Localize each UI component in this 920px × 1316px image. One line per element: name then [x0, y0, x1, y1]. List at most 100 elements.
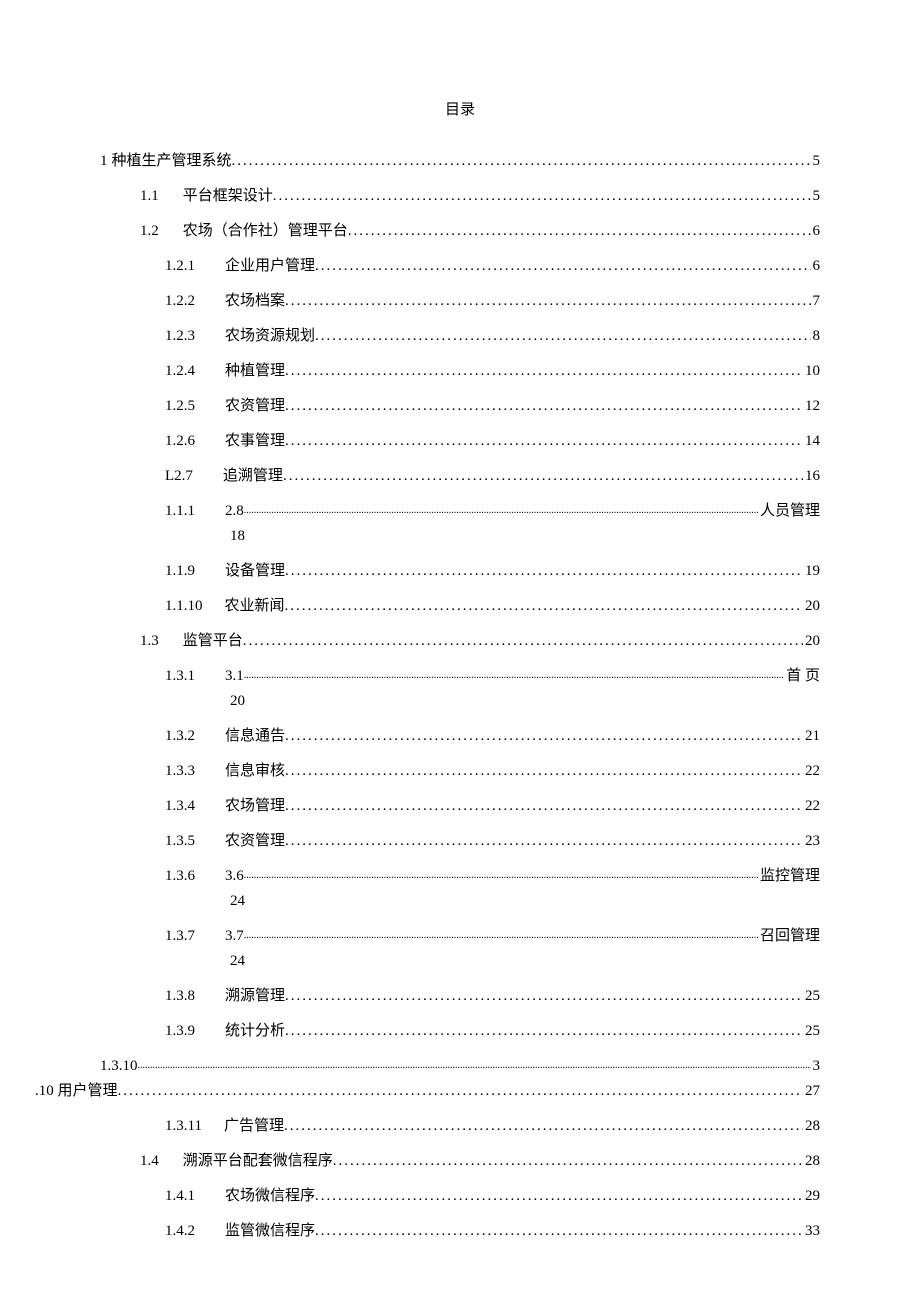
- toc-entry-number: 1.3.10: [100, 1056, 138, 1077]
- toc-entry: 1.2.4种植管理10: [165, 361, 820, 382]
- toc-leader-dots: [244, 669, 784, 683]
- toc-entry: 1.3.13.1首 页20: [165, 666, 820, 712]
- toc-entry: 1.2农场（合作社）管理平台6: [140, 221, 820, 242]
- toc-leader-dots: [285, 1021, 803, 1042]
- toc-entry: 1.3.3信息审核22: [165, 761, 820, 782]
- toc-entry-number: 1.3.9: [165, 1021, 195, 1042]
- toc-entry-label: .10 用户管理: [35, 1081, 118, 1102]
- toc-entry: 1.3.5农资管理23: [165, 831, 820, 852]
- toc-leader-dots: [285, 796, 803, 817]
- toc-entry-page: 25: [803, 986, 820, 1007]
- toc-entry-label: 设备管理: [225, 561, 285, 582]
- toc-entry-page: 21: [803, 726, 820, 747]
- toc-entry-page: 召回管理: [758, 926, 820, 947]
- toc-entry-number: 1.2.1: [165, 256, 195, 277]
- toc-entry-label: 农场管理: [225, 796, 285, 817]
- toc-entry-page: 5: [811, 151, 821, 172]
- toc-entry-number: 1.1.1: [165, 501, 195, 522]
- toc-entry: 1.4.2监管微信程序33: [165, 1221, 820, 1242]
- toc-entry-page: 首 页: [784, 666, 820, 687]
- toc-entry: 1.1平台框架设计5: [140, 186, 820, 207]
- toc-leader-dots: [232, 151, 811, 172]
- toc-entry-label: 信息审核: [225, 761, 285, 782]
- toc-entry-page: 5: [811, 186, 821, 207]
- toc-entry-label: 监管微信程序: [225, 1221, 315, 1242]
- toc-entry-label: 企业用户管理: [225, 256, 315, 277]
- toc-entry-label: 农场资源规划: [225, 326, 315, 347]
- toc-leader-dots: [118, 1081, 803, 1102]
- toc-entry-page: 23: [803, 831, 820, 852]
- toc-leader-dots: [285, 761, 803, 782]
- toc-entry-label: 农场（合作社）管理平台: [183, 221, 348, 242]
- toc-leader-dots: [273, 186, 811, 207]
- toc-entry-page: 7: [811, 291, 821, 312]
- toc-entry-label: 广告管理: [224, 1116, 284, 1137]
- toc-entry-number: 1.4.1: [165, 1186, 195, 1207]
- toc-entry-label: 溯源平台配套微信程序: [183, 1151, 333, 1172]
- toc-leader-dots: [244, 504, 758, 518]
- toc-entry-label: 2.8: [225, 501, 244, 522]
- toc-entry-number: 1.2.5: [165, 396, 195, 417]
- toc-entry-label: 农资管理: [225, 396, 285, 417]
- toc-entry: 1.3.9统计分析25: [165, 1021, 820, 1042]
- toc-entry: L2.7追溯管理16: [165, 466, 820, 487]
- toc-entry-label: 监管平台: [183, 631, 243, 652]
- toc-entry-label: 信息通告: [225, 726, 285, 747]
- toc-entry-page: 19: [803, 561, 820, 582]
- toc-leader-dots: [243, 631, 803, 652]
- toc-entry-page: 20: [803, 631, 820, 652]
- toc-entry-page: 24: [230, 891, 820, 912]
- toc-leader-dots: [284, 1116, 803, 1137]
- toc-entry-page: 22: [803, 761, 820, 782]
- toc-leader-dots: [315, 256, 810, 277]
- toc-entry: 1.3.4 农场管理 22: [165, 796, 820, 817]
- toc-entry: 1.3.63.6监控管理24: [165, 866, 820, 912]
- toc-leader-dots: [285, 361, 803, 382]
- toc-entry-page: 16: [803, 466, 820, 487]
- toc-entry: 1.2.1企业用户管理6: [165, 256, 820, 277]
- toc-entry-number: 1.2.2: [165, 291, 195, 312]
- toc-leader-dots: [244, 869, 758, 883]
- toc-leader-dots: [315, 1186, 803, 1207]
- toc-leader-dots: [285, 291, 810, 312]
- toc-entry-number: 1.3.8: [165, 986, 195, 1007]
- toc-entry-number: 1.3: [140, 631, 159, 652]
- toc-entry-number: 1.1.10: [165, 596, 203, 617]
- toc-entry-number: 1.2: [140, 221, 159, 242]
- toc-leader-dots: [285, 561, 803, 582]
- toc-entry: 1.3.73.7召回管理24: [165, 926, 820, 972]
- toc-entry-page: 14: [803, 431, 820, 452]
- toc-entry-number: 1.2.3: [165, 326, 195, 347]
- toc-entry: 1.2.3 农场资源规划 8: [165, 326, 820, 347]
- toc-leader-dots: [315, 1221, 803, 1242]
- toc-entry-number: 1.4: [140, 1151, 159, 1172]
- toc-entry-page: 33: [803, 1221, 820, 1242]
- toc-entry: 1.3 监管平台 20: [140, 631, 820, 652]
- toc-entry-label: 农场档案: [225, 291, 285, 312]
- toc-entry-page: 20: [230, 691, 820, 712]
- toc-entry-label: 种植生产管理系统: [112, 151, 232, 172]
- toc-entry-number: 1.1.9: [165, 561, 195, 582]
- toc-entry: 1.2.6农事管理14: [165, 431, 820, 452]
- toc-leader-dots: [333, 1151, 803, 1172]
- toc-container: 1种植生产管理系统51.1平台框架设计51.2农场（合作社）管理平台61.2.1…: [100, 151, 820, 1242]
- toc-leader-dots: [285, 726, 803, 747]
- toc-entry-page: 24: [230, 951, 820, 972]
- toc-leader-dots: [285, 831, 803, 852]
- toc-entry-page: 8: [811, 326, 821, 347]
- toc-entry-number: 1.2.4: [165, 361, 195, 382]
- toc-entry: 1.4溯源平台配套微信程序28: [140, 1151, 820, 1172]
- toc-entry-label: 3.7: [225, 926, 244, 947]
- toc-leader-dots: [315, 326, 810, 347]
- toc-entry: 1.1.10农业新闻 20: [165, 596, 820, 617]
- toc-entry-page: 12: [803, 396, 820, 417]
- toc-leader-dots: [285, 396, 803, 417]
- toc-entry: 1.1.9 设备管理 19: [165, 561, 820, 582]
- toc-entry-page: 人员管理: [758, 501, 820, 522]
- toc-entry-page: 22: [803, 796, 820, 817]
- toc-entry: 1.3.11广告管理 28: [165, 1116, 820, 1137]
- toc-leader-dots: [283, 466, 803, 487]
- toc-entry-number: L2.7: [165, 466, 193, 487]
- toc-entry-number: 1.3.4: [165, 796, 195, 817]
- toc-entry: 1.4.1农场微信程序29: [165, 1186, 820, 1207]
